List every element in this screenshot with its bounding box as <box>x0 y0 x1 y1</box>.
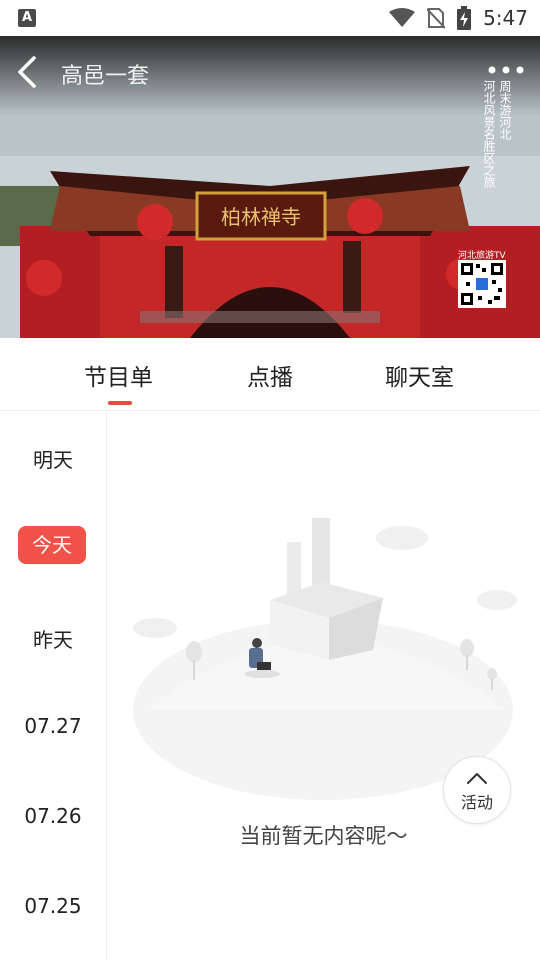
overlay-left-text: 河北风景名胜区之旅 <box>482 80 496 188</box>
overlay-right-text: 周末游河北 <box>498 80 512 140</box>
tab-program-list[interactable]: 节目单 <box>84 358 153 392</box>
qr-code-icon <box>458 260 506 308</box>
empty-state-illustration <box>133 518 517 800</box>
program-content: 当前暂无内容呢～ <box>107 410 540 960</box>
activity-button-label: 活动 <box>460 793 493 812</box>
chevron-up-icon <box>467 773 487 784</box>
temple-sign-text: 柏林禅寺 <box>221 205 301 229</box>
back-chevron-icon[interactable] <box>14 54 40 90</box>
status-right: 5:47 <box>389 0 528 36</box>
empty-state-message: 当前暂无内容呢～ <box>239 824 408 848</box>
video-title: 高邑一套 <box>61 64 150 89</box>
wifi-icon <box>389 8 416 27</box>
notification-a-icon: A <box>18 9 36 27</box>
status-bar: A 5:47 <box>0 0 540 36</box>
channel-overlay-text: 周末游河北 河北风景名胜区之旅 <box>474 80 512 240</box>
more-options-icon[interactable] <box>486 60 526 80</box>
video-player[interactable]: 柏林禅寺 高邑一套 周末游河北 河北风景名胜区之旅 河北旅游TV <box>0 36 540 338</box>
battery-charging-icon <box>457 6 472 30</box>
date-item-yesterday[interactable]: 昨天 <box>0 624 106 653</box>
date-item-0726[interactable]: 07.26 <box>0 804 106 828</box>
activity-button[interactable]: 活动 <box>443 756 511 824</box>
date-item-0725[interactable]: 07.25 <box>0 894 106 918</box>
date-item-0727[interactable]: 07.27 <box>0 714 106 738</box>
date-list: 明天 今天 昨天 07.27 07.26 07.25 <box>0 410 107 960</box>
active-tab-indicator <box>108 401 132 405</box>
no-sim-icon <box>427 8 446 29</box>
date-item-today[interactable]: 今天 <box>18 526 86 564</box>
date-item-tomorrow[interactable]: 明天 <box>0 444 106 473</box>
tab-bar: 节目单 点播 聊天室 <box>0 338 540 411</box>
tab-chat-room[interactable]: 聊天室 <box>385 358 454 392</box>
status-time: 5:47 <box>483 6 528 30</box>
tab-on-demand[interactable]: 点播 <box>247 358 293 392</box>
